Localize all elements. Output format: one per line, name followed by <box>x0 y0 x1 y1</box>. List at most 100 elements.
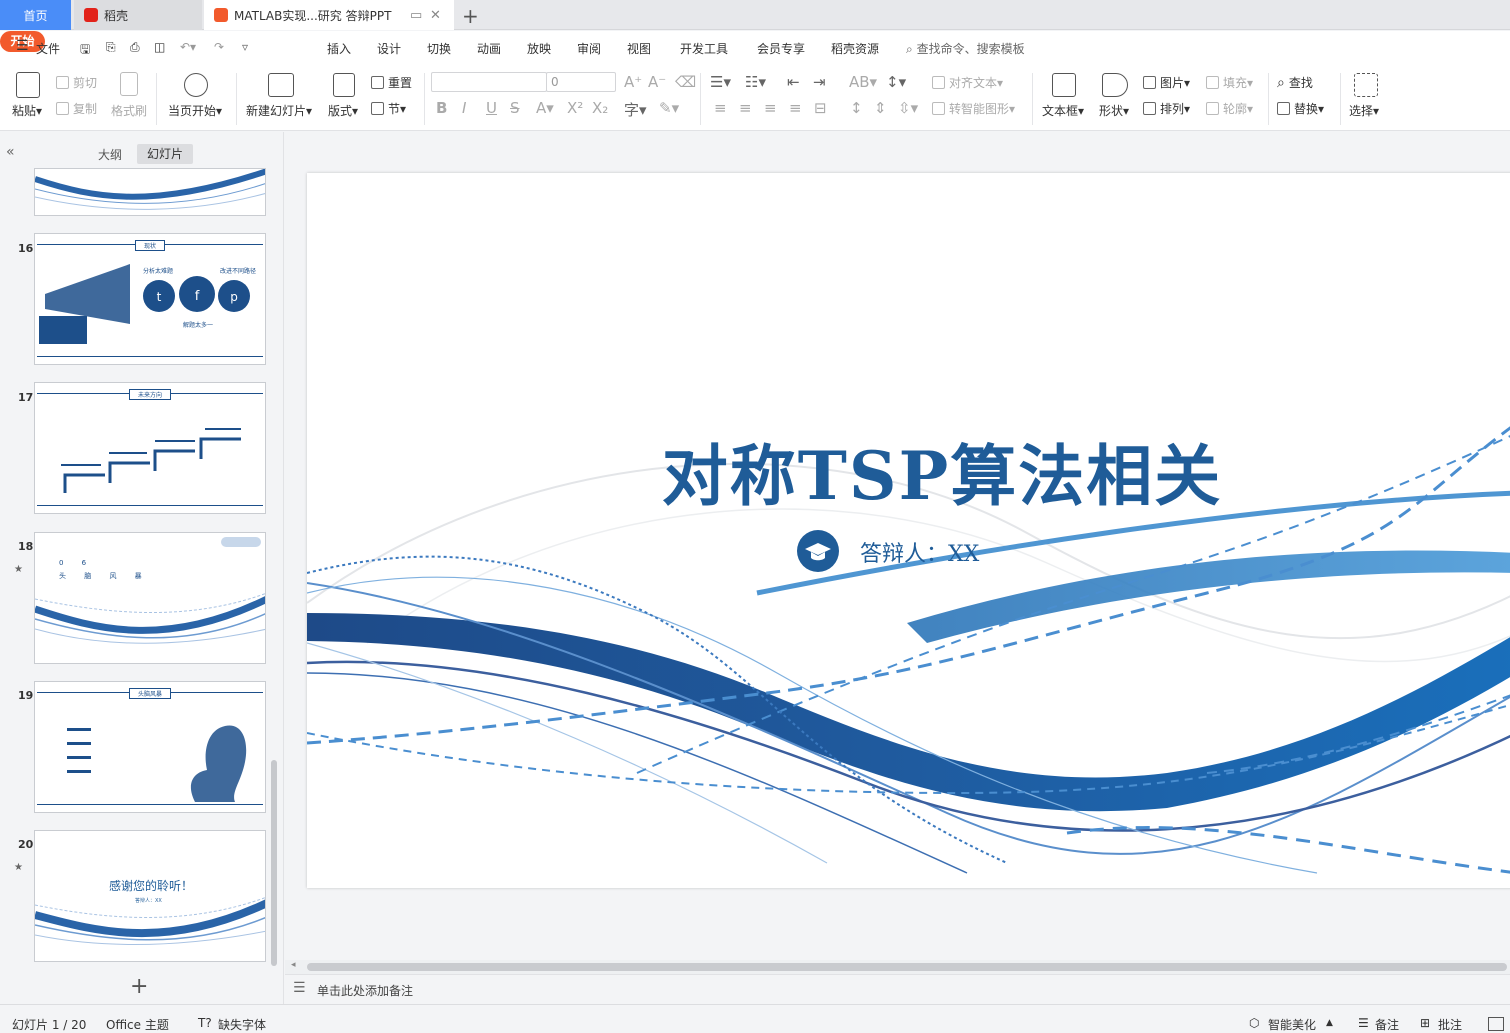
tab-outline[interactable]: 大纲 <box>98 146 122 163</box>
undo-icon[interactable]: ↶▾ <box>180 40 196 54</box>
format-painter-button[interactable]: 格式刷 <box>111 102 147 119</box>
save-icon[interactable]: 🖫 <box>80 40 90 61</box>
panel-scrollbar[interactable] <box>271 760 277 966</box>
text-direction-icon[interactable]: AB▾ <box>849 73 877 91</box>
font-family-select[interactable] <box>431 72 547 92</box>
superscript-icon[interactable]: X² <box>567 99 583 117</box>
para-spacing2-icon[interactable]: ⇕ <box>874 99 887 117</box>
chevron-up-icon[interactable]: ▲ <box>1326 1018 1333 1028</box>
align-left-icon[interactable]: ≡ <box>714 99 727 117</box>
menu-transition[interactable]: 切换 <box>427 40 451 57</box>
close-tab-icon[interactable]: ✕ <box>430 8 441 23</box>
layout-button[interactable]: 版式 ▾ <box>328 102 358 119</box>
section-button[interactable]: 节 ▾ <box>371 100 406 117</box>
subscript-icon[interactable]: X₂ <box>592 99 608 117</box>
fill-button[interactable]: 填充 ▾ <box>1206 74 1253 91</box>
outline-button[interactable]: 轮廓 ▾ <box>1206 100 1253 117</box>
convert-smartart-button[interactable]: 转智能图形 ▾ <box>932 100 1015 117</box>
tab-docer[interactable]: 稻壳 <box>74 0 202 30</box>
slide-thumbnail-19[interactable]: 头脑风暴 <box>34 681 266 813</box>
slide-thumbnail-17[interactable]: 未来方向 <box>34 382 266 514</box>
slide-title[interactable]: 对称TSP算法相关 <box>307 423 1510 519</box>
missing-font-button[interactable]: 缺失字体 <box>218 1016 266 1033</box>
justify-icon[interactable]: ≡ <box>789 99 802 117</box>
align-center-icon[interactable]: ≡ <box>739 99 752 117</box>
shape-button[interactable]: 形状 ▾ <box>1099 102 1129 119</box>
menu-file[interactable]: 文件 <box>36 40 60 57</box>
para-spacing-icon[interactable]: ↕ <box>850 99 863 117</box>
tab-document[interactable]: MATLAB实现...研究 答辩PPT ▭ ✕ <box>204 0 454 30</box>
collapse-panel-icon[interactable]: « <box>6 144 15 160</box>
comments-button[interactable]: 批注 <box>1438 1016 1462 1033</box>
slide-thumbnail-18[interactable]: 0 6 头 脑 风 暴 <box>34 532 266 664</box>
export-icon[interactable]: ⎘ <box>106 40 116 55</box>
line-spacing-icon[interactable]: ↕▾ <box>886 73 906 91</box>
textbox-icon[interactable] <box>1052 73 1076 97</box>
replace-button[interactable]: 替换 ▾ <box>1277 100 1324 117</box>
slide-thumbnail-15[interactable] <box>34 168 266 216</box>
paste-button[interactable]: 粘贴 ▾ <box>12 102 42 119</box>
add-slide-icon[interactable]: + <box>130 974 148 999</box>
horizontal-scrollbar[interactable]: ◂ <box>285 960 1510 974</box>
increase-font-icon[interactable]: A⁺ <box>624 73 642 91</box>
notes-placeholder[interactable]: 单击此处添加备注 <box>317 982 413 999</box>
bullets-icon[interactable]: ☰▾ <box>710 73 731 91</box>
command-search[interactable]: ⌕ 查找命令、搜索模板 <box>906 40 1025 57</box>
copy-button[interactable]: 复制 <box>56 100 97 117</box>
menu-member[interactable]: 会员专享 <box>757 40 805 57</box>
print-icon[interactable]: ⎙ <box>130 40 140 55</box>
scrollbar-thumb[interactable] <box>307 963 1507 971</box>
theme-name[interactable]: Office 主题 <box>106 1016 169 1033</box>
new-slide-icon[interactable] <box>268 73 294 97</box>
decrease-font-icon[interactable]: A⁻ <box>648 73 666 91</box>
window-icon[interactable]: ▭ <box>410 8 422 23</box>
notes-area[interactable]: ☰ 单击此处添加备注 <box>285 974 1510 1004</box>
numbering-icon[interactable]: ☷▾ <box>745 73 766 91</box>
clear-format-icon[interactable]: ⌫ <box>675 73 696 91</box>
notes-toggle-button[interactable]: 备注 <box>1375 1016 1399 1033</box>
hamburger-icon[interactable]: ☰ <box>16 38 29 54</box>
layout-icon[interactable] <box>333 73 355 97</box>
italic-icon[interactable]: I <box>462 99 466 117</box>
font-color-icon[interactable]: A▾ <box>536 99 554 117</box>
redo-icon[interactable]: ↷ <box>214 40 224 54</box>
picture-button[interactable]: 图片 ▾ <box>1143 74 1190 91</box>
menu-view[interactable]: 视图 <box>627 40 651 57</box>
select-icon[interactable] <box>1354 73 1378 97</box>
menu-insert[interactable]: 插入 <box>327 40 351 57</box>
normal-view-icon[interactable] <box>1488 1017 1504 1031</box>
menu-docer-resources[interactable]: 稻壳资源 <box>831 40 879 57</box>
distribute-icon[interactable]: ⊟ <box>814 99 827 117</box>
slide-canvas[interactable]: 对称TSP算法相关 答辩人：XX <box>307 173 1510 888</box>
speaker-text[interactable]: 答辩人：XX <box>860 536 979 568</box>
indent-decrease-icon[interactable]: ⇤ <box>787 73 800 91</box>
beautify-button[interactable]: 智能美化 <box>1268 1016 1316 1033</box>
textbox-button[interactable]: 文本框 ▾ <box>1042 102 1084 119</box>
font-size-select[interactable]: 0 <box>546 72 616 92</box>
add-tab-icon[interactable]: + <box>462 4 479 28</box>
menu-design[interactable]: 设计 <box>377 40 401 57</box>
phonetic-icon[interactable]: 字▾ <box>624 99 647 120</box>
shapes-icon[interactable] <box>1102 73 1128 97</box>
preview-icon[interactable]: ◫ <box>154 40 165 54</box>
underline-icon[interactable]: U <box>486 99 497 117</box>
scroll-left-icon[interactable]: ◂ <box>291 960 296 970</box>
tab-slides[interactable]: 幻灯片 <box>137 144 193 164</box>
bold-icon[interactable]: B <box>436 99 447 117</box>
arrange-button[interactable]: 排列 ▾ <box>1143 100 1190 117</box>
reset-button[interactable]: 重置 <box>371 74 412 91</box>
para-spacing3-icon[interactable]: ⇳▾ <box>898 99 918 117</box>
strikethrough-icon[interactable]: S <box>510 99 520 117</box>
menu-review[interactable]: 审阅 <box>577 40 601 57</box>
start-from-current-button[interactable]: 当页开始 ▾ <box>168 102 222 119</box>
highlight-icon[interactable]: ✎▾ <box>659 99 679 117</box>
cut-button[interactable]: 剪切 <box>56 74 97 91</box>
chevron-down-icon[interactable]: ▿ <box>242 40 248 54</box>
indent-increase-icon[interactable]: ⇥ <box>813 73 826 91</box>
align-text-button[interactable]: 对齐文本 ▾ <box>932 74 1003 91</box>
slide-thumbnail-20[interactable]: 感谢您的聆听！ 答辩人：XX <box>34 830 266 962</box>
align-right-icon[interactable]: ≡ <box>764 99 777 117</box>
slide-thumbnail-16[interactable]: 现状 t f p 分析太难题 改进不同路径 解题太多一 <box>34 233 266 365</box>
play-icon[interactable] <box>184 73 208 97</box>
select-button[interactable]: 选择 ▾ <box>1349 102 1379 119</box>
